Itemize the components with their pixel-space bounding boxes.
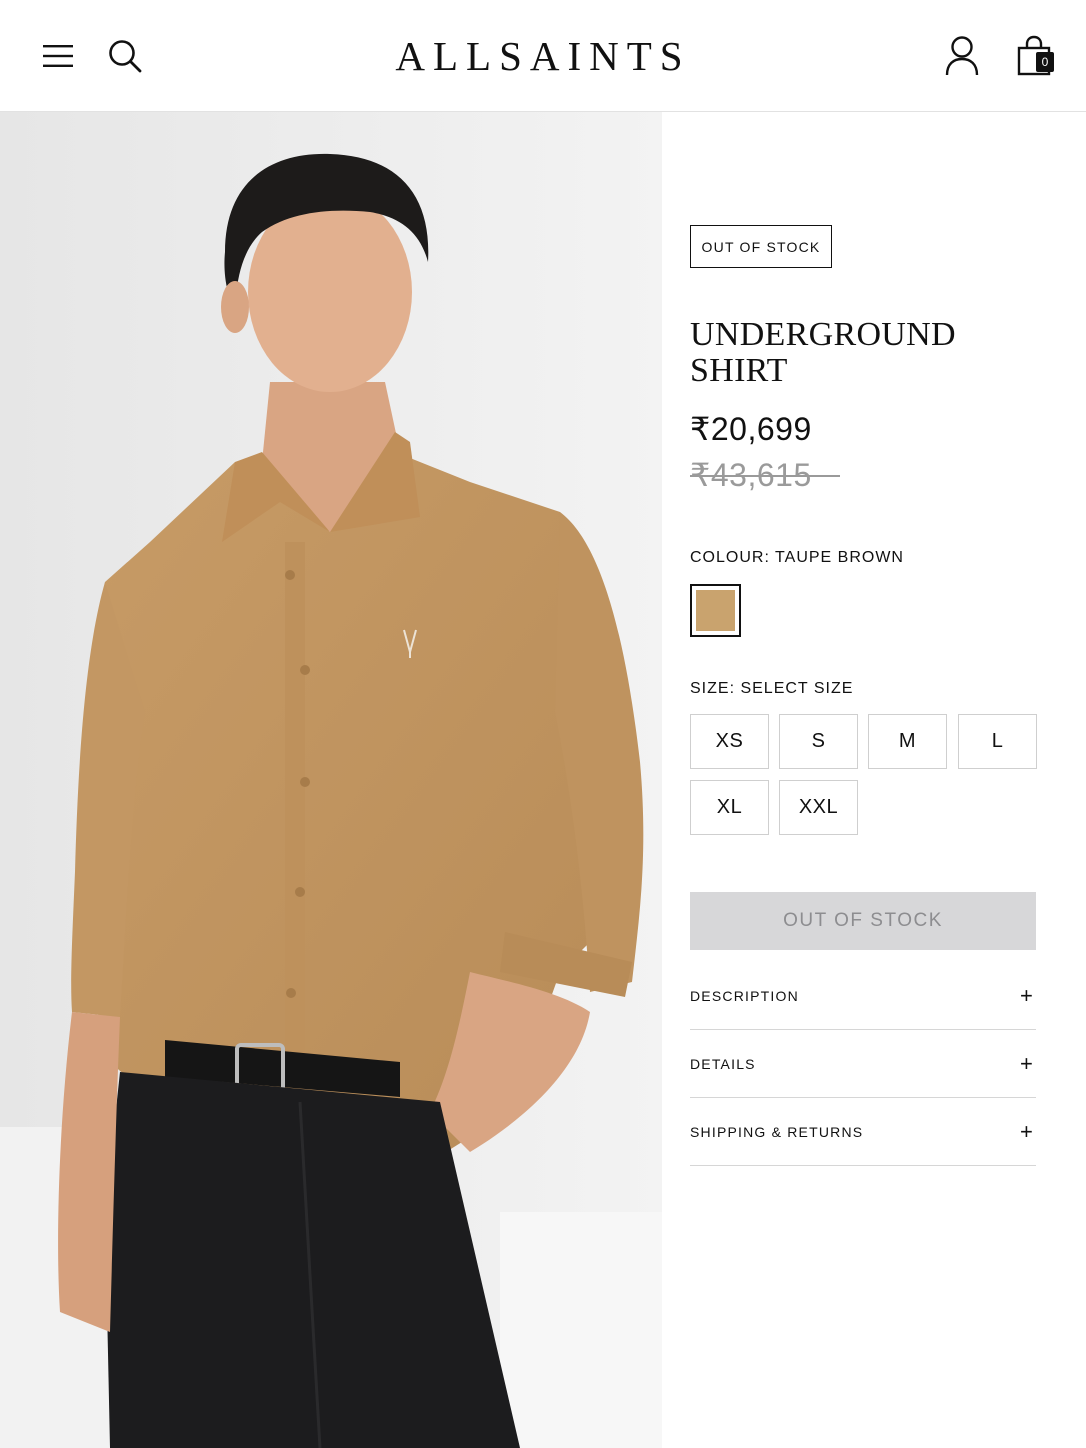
accordion-details[interactable]: DETAILS + <box>690 1030 1036 1098</box>
expand-plus-icon: + <box>1019 982 1034 1008</box>
original-price: ₹43,615 <box>690 457 840 493</box>
expand-plus-icon: + <box>1019 1118 1034 1144</box>
expand-plus-icon: + <box>1019 1050 1034 1076</box>
size-option-xxl[interactable]: XXL <box>779 780 858 835</box>
accordion-details-label: DETAILS <box>690 1055 756 1072</box>
stock-status-badge: OUT OF STOCK <box>690 225 832 268</box>
product-title-line-2: SHIRT <box>690 352 788 389</box>
accordion-shipping-returns[interactable]: SHIPPING & RETURNS + <box>690 1098 1036 1166</box>
size-label: SIZE: SELECT SIZE <box>690 680 854 697</box>
product-info-panel: OUT OF STOCK UNDERGROUND SHIRT ₹20,699 ₹… <box>662 112 1086 1448</box>
bag-count-badge: 0 <box>1036 52 1054 72</box>
brand-logo[interactable]: ALLSAINTS <box>343 30 743 82</box>
current-price: ₹20,699 <box>690 411 812 447</box>
size-option-m[interactable]: M <box>868 714 947 769</box>
site-header: ALLSAINTS 0 <box>0 0 1086 112</box>
product-title: UNDERGROUND SHIRT <box>690 317 1060 389</box>
size-option-s[interactable]: S <box>779 714 858 769</box>
accordion-description-label: DESCRIPTION <box>690 987 799 1004</box>
size-option-xs[interactable]: XS <box>690 714 769 769</box>
search-icon[interactable] <box>103 34 147 78</box>
product-title-line-1: UNDERGROUND <box>690 316 956 353</box>
user-account-icon[interactable] <box>940 33 984 79</box>
size-option-xl[interactable]: XL <box>690 780 769 835</box>
colour-swatch-taupe-brown[interactable] <box>690 584 741 637</box>
accordion-shipping-returns-label: SHIPPING & RETURNS <box>690 1123 864 1140</box>
hamburger-menu-icon[interactable] <box>36 36 80 76</box>
out-of-stock-button[interactable]: OUT OF STOCK <box>690 892 1036 950</box>
colour-swatch-fill <box>696 590 735 631</box>
colour-label: COLOUR: TAUPE BROWN <box>690 549 904 566</box>
product-photo <box>0 112 662 1448</box>
accordion-description[interactable]: DESCRIPTION + <box>690 962 1036 1030</box>
size-option-l[interactable]: L <box>958 714 1037 769</box>
